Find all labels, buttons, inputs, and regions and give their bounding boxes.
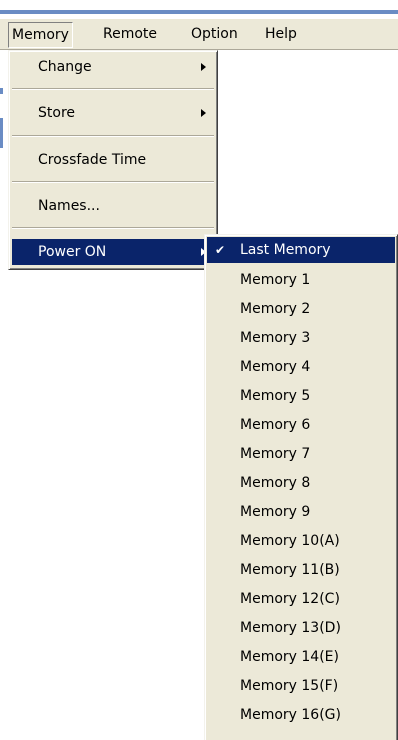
menu-help[interactable]: Help bbox=[262, 22, 300, 46]
submenu-item-label: Memory 7 bbox=[240, 446, 311, 462]
submenu-item-label: Memory 13(D) bbox=[240, 620, 341, 636]
window-edge-mark bbox=[0, 118, 3, 148]
menu-separator bbox=[12, 88, 214, 90]
menu-memory[interactable]: Memory bbox=[8, 22, 73, 48]
menu-separator bbox=[12, 135, 214, 137]
submenu-item-memory-11[interactable]: Memory 11(B) bbox=[207, 557, 395, 583]
submenu-arrow-icon bbox=[201, 109, 206, 117]
submenu-arrow-icon bbox=[201, 63, 206, 71]
submenu-item-memory-2[interactable]: Memory 2 bbox=[207, 296, 395, 322]
menu-item-label: Change bbox=[38, 59, 92, 75]
menu-bar: Memory Remote Option Help bbox=[0, 18, 398, 50]
checkmark-icon: ✔ bbox=[215, 243, 226, 257]
submenu-item-label: Memory 14(E) bbox=[240, 649, 339, 665]
menu-item-change[interactable]: Change bbox=[12, 54, 214, 80]
submenu-item-label: Memory 15(F) bbox=[240, 678, 339, 694]
window-edge-mark bbox=[0, 88, 3, 94]
submenu-item-memory-10[interactable]: Memory 10(A) bbox=[207, 528, 395, 554]
power-on-submenu: ✔ Last Memory Memory 1 Memory 2 Memory 3… bbox=[204, 234, 398, 740]
submenu-item-memory-9[interactable]: Memory 9 bbox=[207, 499, 395, 525]
submenu-item-memory-12[interactable]: Memory 12(C) bbox=[207, 586, 395, 612]
menu-item-crossfade-time[interactable]: Crossfade Time bbox=[12, 147, 214, 173]
menu-item-power-on[interactable]: Power ON bbox=[12, 239, 214, 265]
menu-item-store[interactable]: Store bbox=[12, 100, 214, 126]
submenu-item-memory-14[interactable]: Memory 14(E) bbox=[207, 644, 395, 670]
menu-item-label: Crossfade Time bbox=[38, 152, 147, 168]
menu-separator bbox=[12, 181, 214, 183]
submenu-item-label: Memory 12(C) bbox=[240, 591, 340, 607]
menu-item-label: Store bbox=[38, 105, 76, 121]
submenu-item-label: Memory 6 bbox=[240, 417, 311, 433]
memory-menu: Change Store Crossfade Time Names... Pow… bbox=[8, 50, 218, 270]
submenu-item-memory-7[interactable]: Memory 7 bbox=[207, 441, 395, 467]
submenu-item-label: Memory 8 bbox=[240, 475, 311, 491]
submenu-item-label: Memory 11(B) bbox=[240, 562, 340, 578]
menu-item-names[interactable]: Names... bbox=[12, 193, 214, 219]
submenu-item-memory-15[interactable]: Memory 15(F) bbox=[207, 673, 395, 699]
submenu-item-memory-13[interactable]: Memory 13(D) bbox=[207, 615, 395, 641]
submenu-item-memory-3[interactable]: Memory 3 bbox=[207, 325, 395, 351]
menu-item-label: Names... bbox=[38, 198, 100, 214]
submenu-item-memory-6[interactable]: Memory 6 bbox=[207, 412, 395, 438]
submenu-item-memory-16[interactable]: Memory 16(G) bbox=[207, 702, 395, 728]
submenu-item-last-memory[interactable]: ✔ Last Memory bbox=[207, 237, 395, 263]
submenu-item-label: Memory 2 bbox=[240, 301, 311, 317]
submenu-item-label: Last Memory bbox=[240, 242, 331, 258]
submenu-item-label: Memory 10(A) bbox=[240, 533, 340, 549]
submenu-item-memory-1[interactable]: Memory 1 bbox=[207, 267, 395, 293]
submenu-item-label: Memory 9 bbox=[240, 504, 311, 520]
menu-option[interactable]: Option bbox=[188, 22, 241, 46]
submenu-item-label: Memory 16(G) bbox=[240, 707, 341, 723]
menu-separator bbox=[12, 227, 214, 229]
submenu-item-label: Memory 1 bbox=[240, 272, 311, 288]
submenu-item-label: Memory 4 bbox=[240, 359, 311, 375]
submenu-item-label: Memory 5 bbox=[240, 388, 311, 404]
submenu-item-memory-8[interactable]: Memory 8 bbox=[207, 470, 395, 496]
app-window: Memory Remote Option Help Change Store C… bbox=[0, 0, 398, 740]
menu-item-label: Power ON bbox=[38, 244, 107, 260]
window-title-strip bbox=[0, 0, 398, 18]
submenu-item-memory-4[interactable]: Memory 4 bbox=[207, 354, 395, 380]
menu-remote[interactable]: Remote bbox=[100, 22, 160, 46]
submenu-item-label: Memory 3 bbox=[240, 330, 311, 346]
submenu-item-memory-5[interactable]: Memory 5 bbox=[207, 383, 395, 409]
